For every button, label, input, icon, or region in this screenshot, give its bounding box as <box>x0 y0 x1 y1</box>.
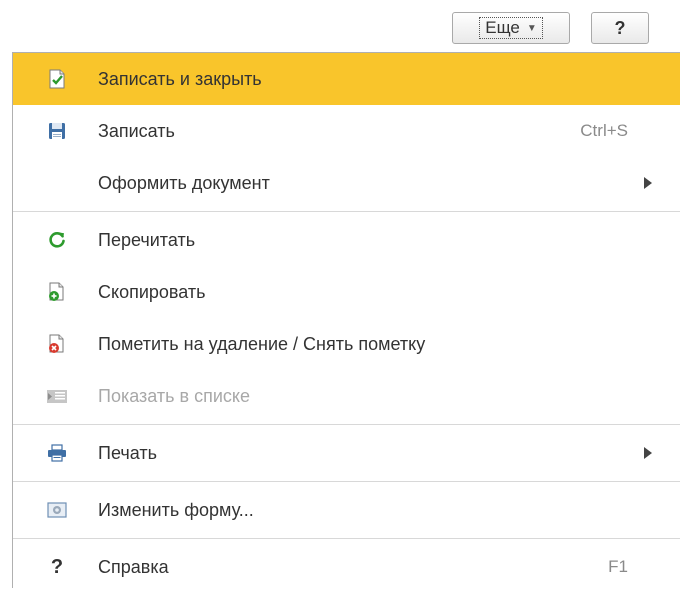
menu-separator <box>13 424 680 425</box>
menu-separator <box>13 538 680 539</box>
submenu-arrow-icon <box>644 177 652 189</box>
menu-item-label: Скопировать <box>98 281 206 302</box>
menu-item-help[interactable]: ? Справка F1 <box>13 541 680 593</box>
submenu-arrow-icon <box>644 447 652 459</box>
menu-item-label: Показать в списке <box>98 385 250 406</box>
more-button[interactable]: Еще ▼ <box>452 12 570 44</box>
more-button-focus: Еще ▼ <box>479 17 543 39</box>
menu-item-label: Печать <box>98 442 157 463</box>
help-button-label: ? <box>614 17 626 38</box>
mark-delete-icon <box>45 332 69 356</box>
menu-item-show-in-list[interactable]: Показать в списке <box>13 370 680 422</box>
menu-item-reread[interactable]: Перечитать <box>13 214 680 266</box>
menu-item-copy[interactable]: Скопировать <box>13 266 680 318</box>
copy-document-icon <box>45 280 69 304</box>
help-button[interactable]: ? <box>591 12 649 44</box>
shortcut-label: F1 <box>608 557 628 576</box>
menu-item-label: Оформить документ <box>98 172 270 193</box>
change-form-icon <box>45 498 69 522</box>
menu-item-label: Записать и закрыть <box>98 68 262 89</box>
help-icon: ? <box>50 555 64 578</box>
shortcut-label: Ctrl+S <box>580 121 628 140</box>
menu-item-save[interactable]: Записать Ctrl+S <box>13 105 680 157</box>
menu-item-label: Записать <box>98 120 175 141</box>
menu-item-change-form[interactable]: Изменить форму... <box>13 484 680 536</box>
menu-item-label: Перечитать <box>98 229 196 250</box>
menu-item-save-and-close[interactable]: Записать и закрыть <box>13 53 680 105</box>
menu-item-format-document[interactable]: Оформить документ <box>13 157 680 209</box>
floppy-disk-icon <box>45 119 69 143</box>
menu-separator <box>13 481 680 482</box>
menu-item-label: Пометить на удаление / Снять пометку <box>98 333 426 354</box>
save-and-close-icon <box>45 67 69 91</box>
more-button-label: Еще <box>485 18 520 37</box>
more-dropdown-menu: Записать и закрыть Записать Ctrl+S Оформ… <box>12 52 680 588</box>
show-in-list-icon <box>45 384 69 408</box>
menu-item-print[interactable]: Печать <box>13 427 680 479</box>
menu-item-label: Изменить форму... <box>98 499 254 520</box>
refresh-icon <box>45 228 69 252</box>
chevron-down-icon: ▼ <box>526 22 537 34</box>
menu-item-label: Справка <box>98 556 169 577</box>
menu-item-mark-delete[interactable]: Пометить на удаление / Снять пометку <box>13 318 680 370</box>
printer-icon <box>45 441 69 465</box>
menu-separator <box>13 211 680 212</box>
